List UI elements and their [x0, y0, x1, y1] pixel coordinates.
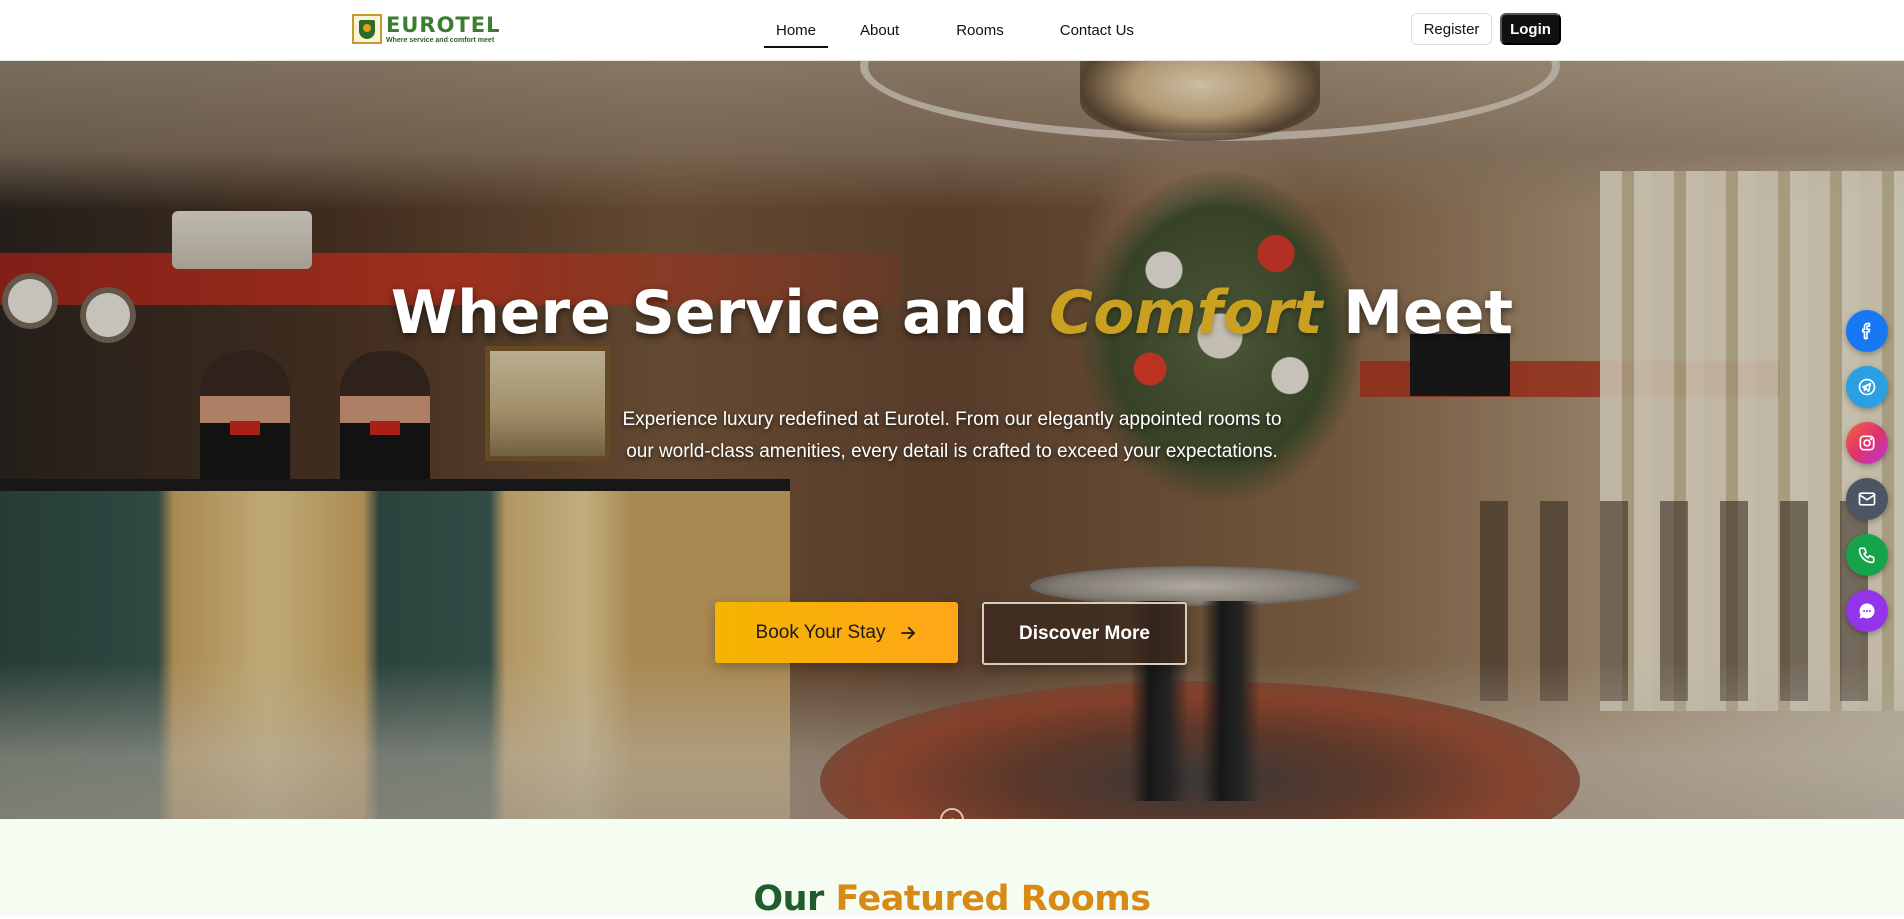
hero-title-accent: Comfort	[1049, 278, 1323, 348]
site-header: EUROTEL Where service and comfort meet H…	[0, 0, 1904, 61]
book-your-stay-button[interactable]: Book Your Stay	[715, 602, 958, 663]
logo[interactable]: EUROTEL Where service and comfort meet	[352, 13, 500, 45]
email-icon	[1858, 492, 1876, 506]
phone-icon	[1858, 547, 1875, 564]
email-button[interactable]	[1846, 478, 1888, 520]
register-button[interactable]: Register	[1411, 13, 1492, 45]
nav-rooms[interactable]: Rooms	[956, 0, 1004, 61]
logo-shield-icon	[352, 14, 382, 44]
logo-tagline: Where service and comfort meet	[386, 36, 495, 44]
hero-section: Where Service and Comfort Meet Experienc…	[0, 61, 1904, 819]
discover-more-button[interactable]: Discover More	[982, 602, 1187, 665]
arrow-right-icon	[901, 626, 916, 639]
phone-button[interactable]	[1846, 534, 1888, 576]
instagram-button[interactable]	[1846, 422, 1888, 464]
featured-rooms-section: Our Featured Rooms	[0, 819, 1904, 919]
facebook-button[interactable]	[1846, 310, 1888, 352]
book-your-stay-label: Book Your Stay	[755, 621, 886, 643]
hero-title: Where Service and Comfort Meet	[390, 278, 1514, 348]
login-button[interactable]: Login	[1500, 13, 1561, 45]
hero-subtitle: Experience luxury redefined at Eurotel. …	[622, 409, 1282, 462]
chat-button[interactable]	[1846, 590, 1888, 632]
main-nav: Home About Rooms Contact Us	[764, 0, 1134, 61]
nav-contact-us[interactable]: Contact Us	[1060, 0, 1134, 61]
telegram-icon	[1858, 378, 1876, 396]
social-links-bar	[1846, 310, 1888, 632]
instagram-icon	[1859, 435, 1875, 451]
nav-about[interactable]: About	[860, 0, 899, 61]
facebook-icon	[1862, 322, 1871, 340]
chat-icon	[1859, 603, 1875, 619]
nav-home[interactable]: Home	[764, 0, 829, 61]
telegram-button[interactable]	[1846, 366, 1888, 408]
featured-rooms-title: Our Featured Rooms	[753, 879, 1151, 919]
logo-name: EUROTEL	[386, 12, 501, 37]
